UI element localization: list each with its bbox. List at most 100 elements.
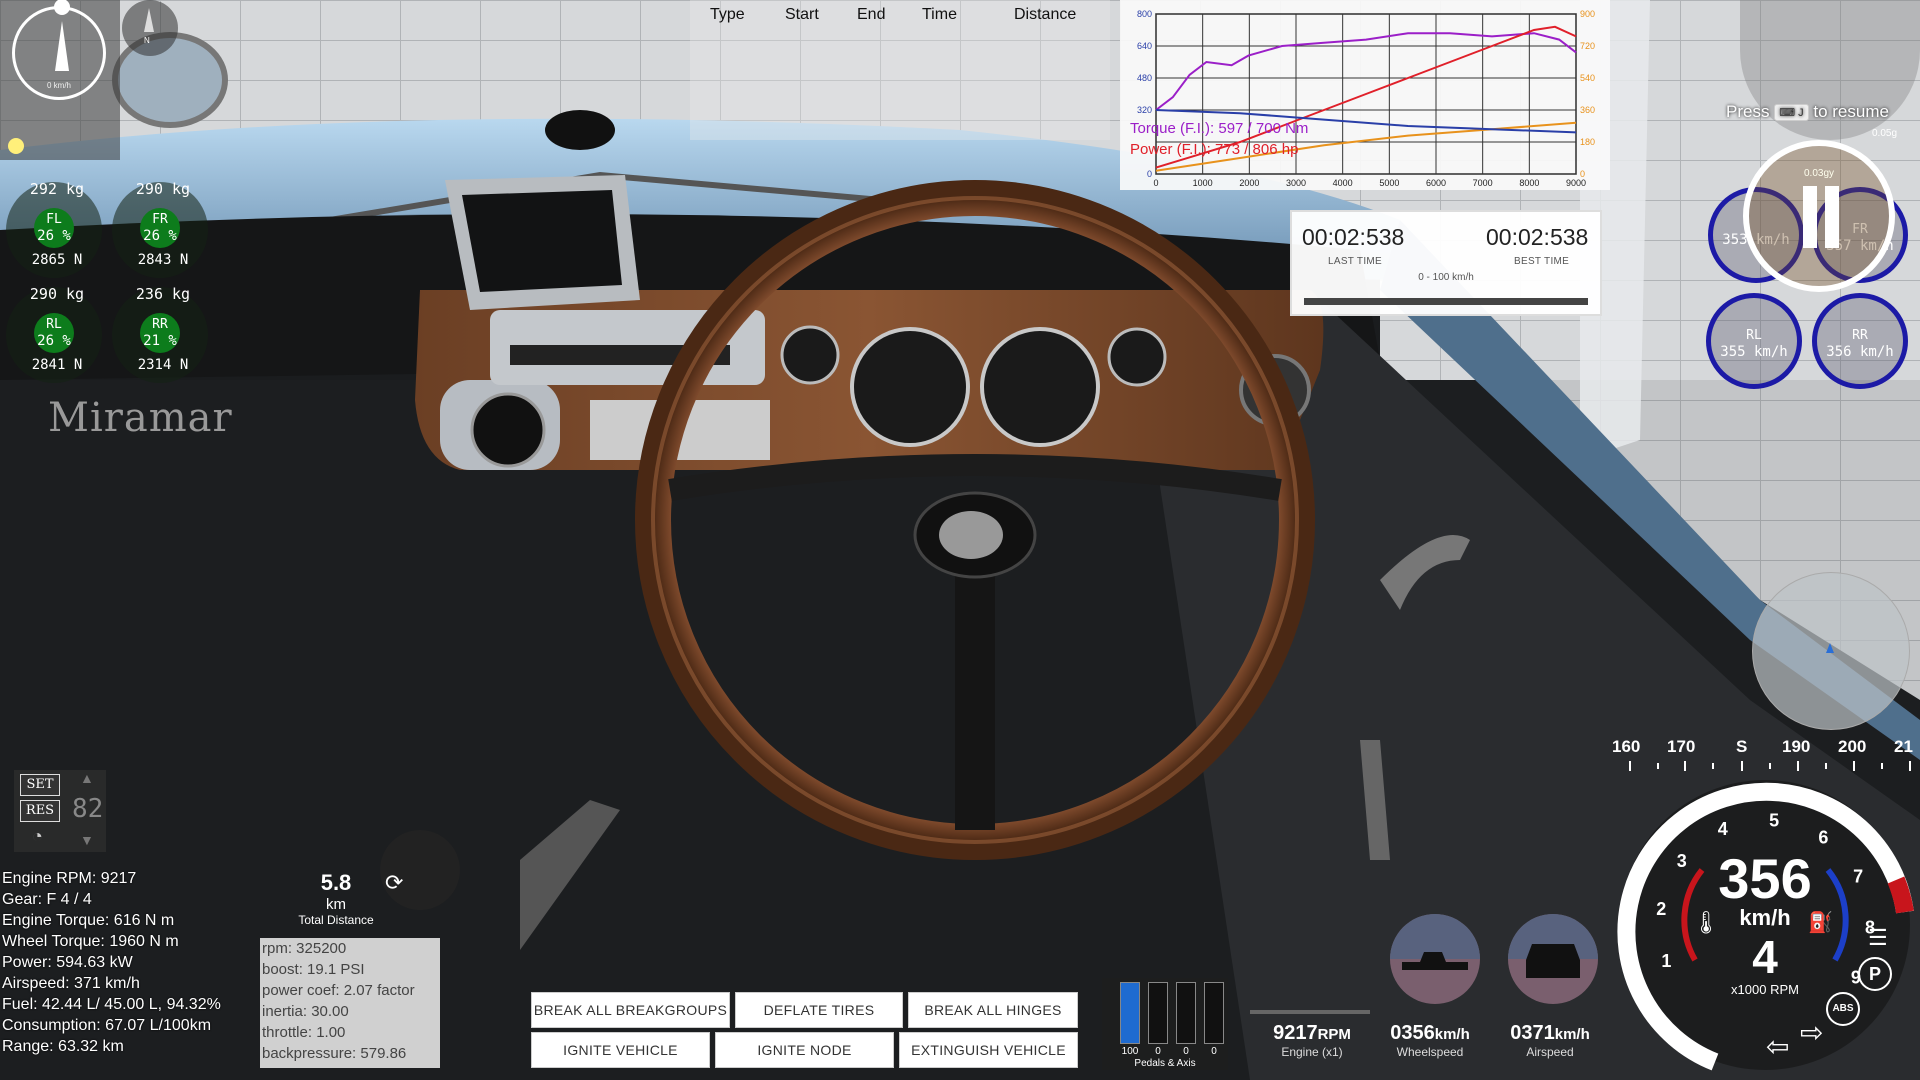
airspeed-readout: 0371km/h Airspeed [1500, 1022, 1600, 1059]
x-tick-label: 2000 [1239, 178, 1259, 188]
cruise-res-button[interactable]: RES [20, 800, 60, 822]
speed-value: 356 [1718, 847, 1812, 910]
tire-widget-rl: 290 kg RL 26 % 2841 N [2, 283, 102, 383]
engine-info-line: rpm: 325200 [262, 940, 347, 957]
tire-name: FL [46, 212, 62, 227]
tire-percent: 26 % [37, 228, 71, 244]
speedo-tick: 5 [1769, 810, 1779, 830]
engine-info-line: backpressure: 579.86 [262, 1045, 407, 1062]
headlight-icon: ☰ [1868, 925, 1888, 950]
break-breakgroups-button[interactable]: BREAK ALL BREAKGROUPS [531, 992, 730, 1028]
telemetry-line: Engine RPM: 9217 [2, 870, 137, 887]
rpm-unit-label: x1000 RPM [1731, 982, 1799, 997]
torque-curve [1155, 32, 1577, 111]
deflate-tires-button[interactable]: DEFLATE TIRES [735, 992, 903, 1028]
engine-info-line: boost: 19.1 PSI [262, 961, 365, 978]
rpm-readout-label: Engine (x1) [1281, 1045, 1343, 1059]
last-time-value: 00:02:538 [1302, 224, 1405, 250]
power-line-label: Power (F.I.): 773 / 806 hp [1130, 141, 1299, 158]
wheelspeed-rr: RR 356 km/h [1812, 293, 1908, 389]
telemetry-line: Power: 594.63 kW [2, 954, 133, 971]
engine-info-line: power coef: 2.07 factor [262, 982, 415, 999]
cruise-down-icon[interactable]: ▼ [80, 832, 94, 848]
col-end: End [857, 6, 886, 23]
left-tick-label: 0 [1147, 169, 1152, 179]
torque-line-label: Torque (F.I.): 597 / 700 Nm [1130, 120, 1309, 137]
right-tick-label: 360 [1580, 105, 1595, 115]
tire-widget-fr: 290 kg FR 26 % 2843 N [108, 178, 208, 278]
col-start: Start [785, 6, 819, 23]
minimap[interactable] [1752, 572, 1910, 730]
right-tick-label: 0 [1580, 169, 1585, 179]
telemetry-line: Range: 63.32 km [2, 1038, 124, 1055]
ignite-vehicle-button[interactable]: IGNITE VEHICLE [531, 1032, 710, 1068]
resume-key: J [1798, 107, 1804, 120]
gear-value: 4 [1752, 931, 1778, 983]
x-tick-label: 3000 [1286, 178, 1306, 188]
best-time-label: BEST TIME [1514, 256, 1570, 267]
pedal-value: 0 [1183, 1046, 1189, 1057]
tire-load: 290 kg [29, 285, 85, 303]
x-tick-label: 0 [1153, 178, 1158, 188]
pedal-fill [1121, 983, 1139, 1043]
wheelspeed-name: RR [1852, 328, 1868, 343]
col-time: Time [922, 6, 957, 23]
tire-name: RL [46, 317, 62, 332]
tire-load: 290 kg [135, 180, 191, 198]
wheelspeed-readout-label: Wheelspeed [1396, 1045, 1464, 1059]
speed-unit: km/h [1739, 905, 1791, 930]
pedals-panel: 100 0 0 0 Pedals & Axis [1102, 978, 1228, 1070]
cruise-icon: ◔ [32, 826, 43, 846]
tire-percent: 21 % [143, 333, 177, 349]
tire-force: 2314 N [137, 357, 189, 373]
cruise-set-button[interactable]: SET [20, 774, 60, 796]
vehicle-side-icon [1390, 914, 1480, 1004]
gforce-small-label: 0.05g [1872, 128, 1898, 139]
wheelspeed-value: 356 km/h [1826, 344, 1894, 360]
x-tick-label: 1000 [1193, 178, 1213, 188]
telemetry-line: Gear: F 4 / 4 [2, 891, 92, 908]
engine-debug-panel: rpm: 325200 boost: 19.1 PSI power coef: … [260, 938, 440, 1068]
left-tick-label: 640 [1137, 41, 1152, 51]
player-arrow-icon [1826, 643, 1834, 653]
compass-speed: 0 km/h [46, 81, 71, 90]
pedal-throttle [1120, 982, 1140, 1044]
pedal-clutch [1176, 982, 1196, 1044]
brand-logo: Miramar [48, 395, 233, 441]
wheelspeed-readout-value: 0356 [1390, 1022, 1435, 1044]
torque-curve-graph: 0 1000 2000 3000 4000 5000 6000 7000 8000 9000800… [1137, 9, 1595, 188]
lap-timer-panel: 00:02:538 LAST TIME 00:02:538 BEST TIME … [1290, 210, 1602, 316]
pause-button[interactable]: 0.03gy [1743, 140, 1895, 292]
right-tick-label: 900 [1580, 9, 1595, 19]
rpm-readout-value: 9217 [1273, 1022, 1318, 1044]
temperature-icon: 🌡 [1692, 910, 1720, 935]
distance-value: 5.8 [320, 870, 352, 895]
tire-widget-rr: 236 kg RR 21 % 2314 N [108, 283, 208, 383]
col-distance: Distance [1014, 6, 1077, 23]
best-time-value: 00:02:538 [1486, 224, 1589, 250]
last-time-label: LAST TIME [1328, 256, 1383, 267]
abs-icon: ABS [1826, 992, 1860, 1026]
ignite-node-button[interactable]: IGNITE NODE [715, 1032, 894, 1068]
cruise-up-icon[interactable]: ▲ [80, 770, 94, 786]
mini-compass-icon: N [122, 0, 178, 56]
resume-prompt: Press ⌨ J to resume [1726, 102, 1889, 122]
tire-percent: 26 % [37, 333, 71, 349]
reset-distance-icon[interactable]: ⟳ [385, 870, 403, 896]
right-tick-label: 720 [1580, 41, 1595, 51]
resume-key-icon: ⌨ J [1774, 104, 1809, 122]
x-tick-label: 8000 [1519, 178, 1539, 188]
airspeed-readout-unit: km/h [1554, 1026, 1590, 1043]
wheelspeed-value: 355 km/h [1720, 344, 1788, 360]
status-indicator-icon [8, 138, 24, 154]
distance-unit: km [326, 896, 346, 913]
tire-name: RR [152, 317, 168, 332]
break-hinges-button[interactable]: BREAK ALL HINGES [908, 992, 1078, 1028]
telemetry-line: Fuel: 42.44 L/ 45.00 L, 94.32% [2, 996, 221, 1013]
telemetry-line: Wheel Torque: 1960 N m [2, 933, 179, 950]
airspeed-readout-label: Airspeed [1526, 1045, 1574, 1059]
extinguish-vehicle-button[interactable]: EXTINGUISH VEHICLE [899, 1032, 1078, 1068]
tire-load: 236 kg [135, 285, 191, 303]
gforce-label: 0.03gy [1803, 168, 1835, 179]
rpm-bar [1250, 1010, 1370, 1014]
